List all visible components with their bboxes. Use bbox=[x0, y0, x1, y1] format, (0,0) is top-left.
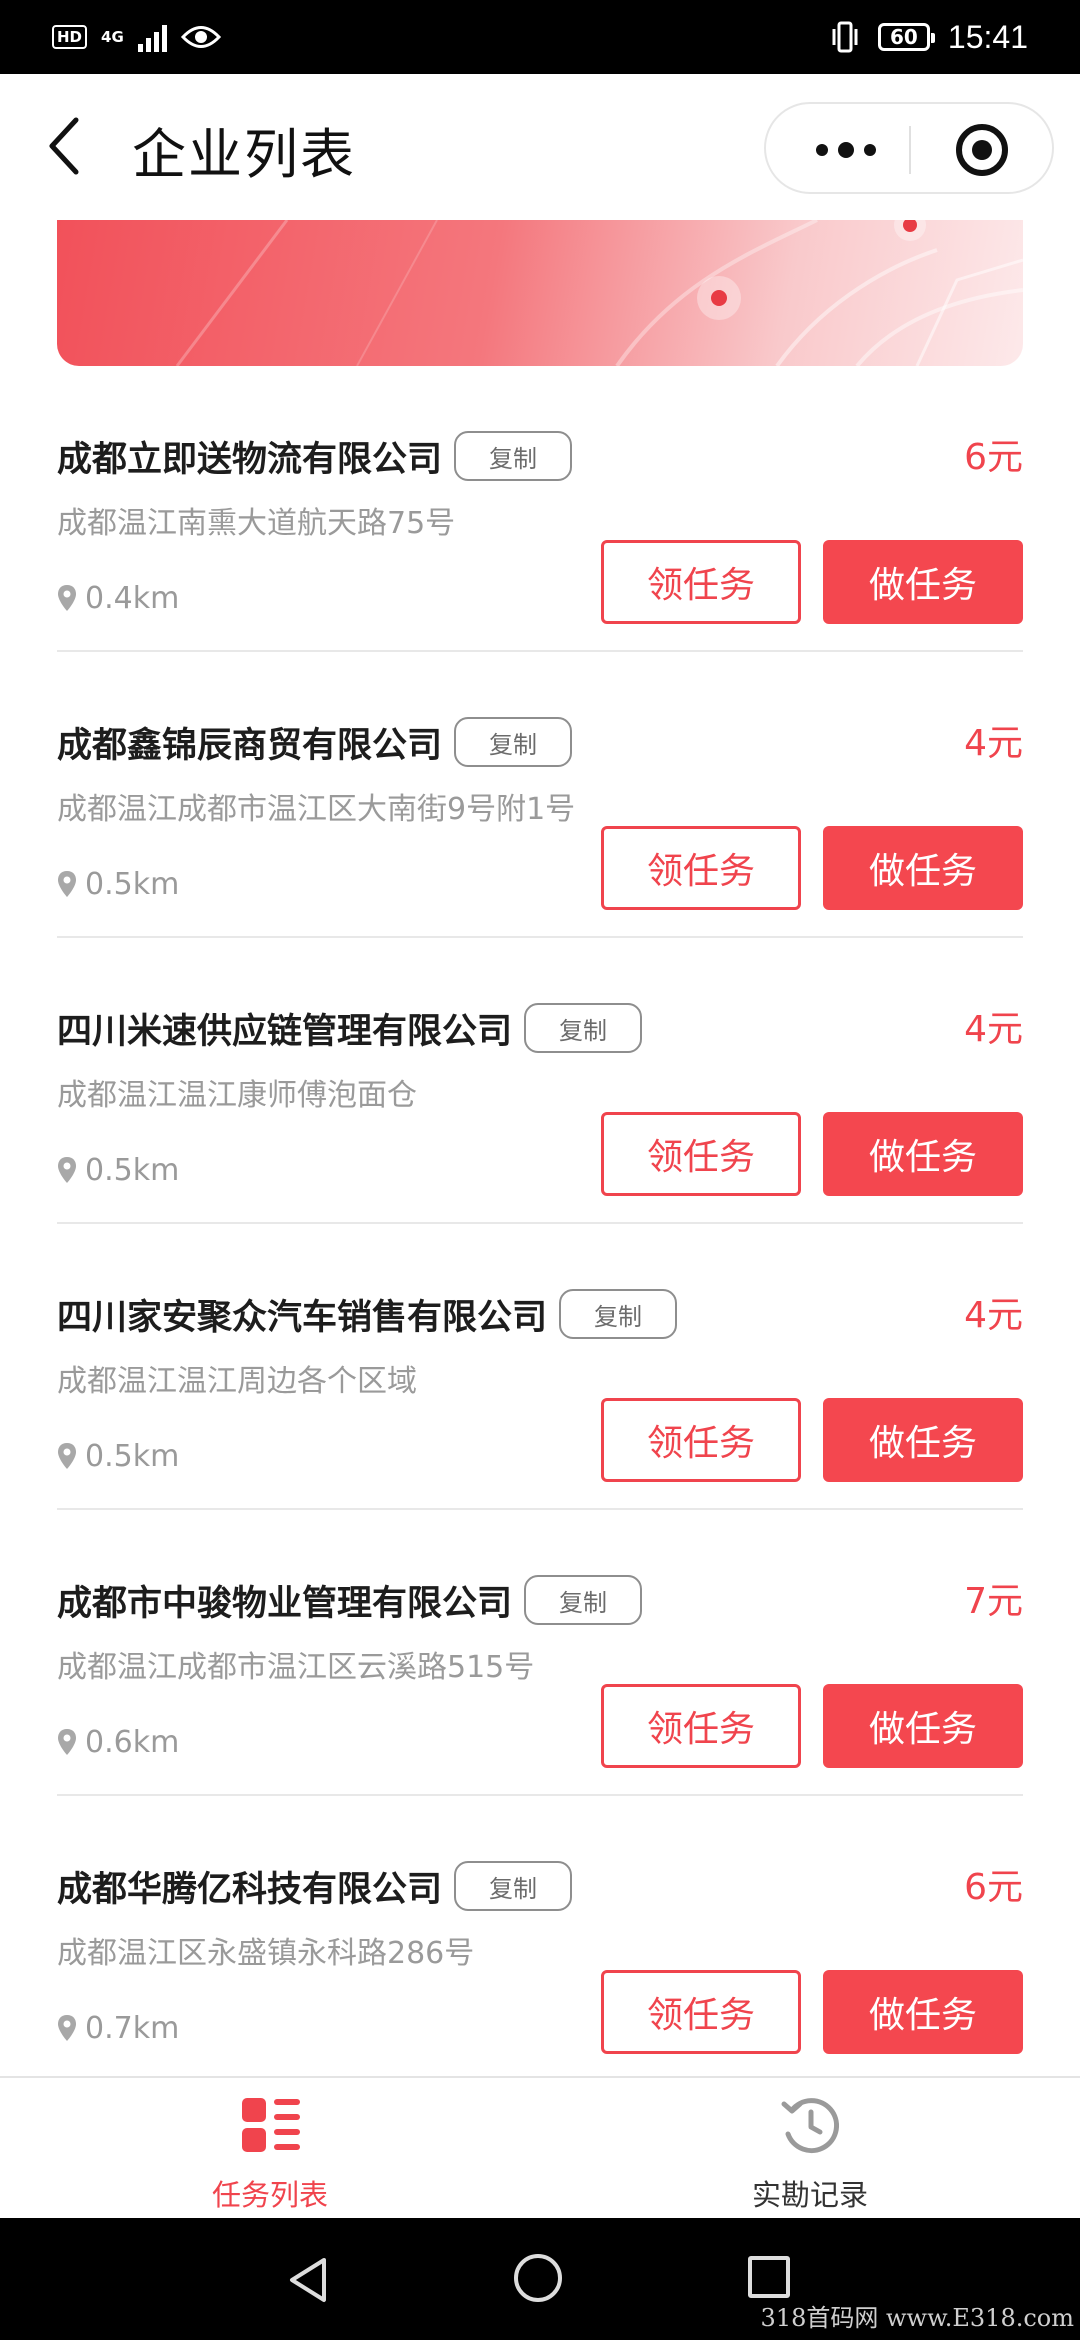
company-name: 成都鑫锦辰商贸有限公司 bbox=[57, 725, 443, 766]
claim-task-button[interactable]: 领任务 bbox=[601, 826, 801, 910]
eye-icon bbox=[180, 26, 221, 48]
hd-indicator: HD bbox=[52, 25, 88, 49]
back-icon[interactable] bbox=[40, 114, 90, 178]
task-price: 4元 bbox=[964, 723, 1023, 764]
company-address: 成都温江温江康师傅泡面仓 bbox=[57, 1078, 417, 1113]
history-icon bbox=[781, 2098, 840, 2154]
capsule-divider bbox=[909, 126, 911, 174]
banner[interactable] bbox=[57, 220, 1023, 366]
company-address: 成都温江温江周边各个区域 bbox=[57, 1364, 417, 1399]
close-miniprogram-icon[interactable] bbox=[956, 124, 1008, 176]
location-pin-icon bbox=[58, 1729, 76, 1755]
battery-level: 60 bbox=[890, 25, 918, 49]
company-list: 成都立即送物流有限公司 复制 6元 成都温江南熏大道航天路75号 0.4km 领… bbox=[57, 366, 1023, 2082]
location-pin-icon bbox=[58, 1157, 76, 1183]
do-task-button[interactable]: 做任务 bbox=[823, 1684, 1023, 1768]
do-task-button[interactable]: 做任务 bbox=[823, 1112, 1023, 1196]
list-item: 成都鑫锦辰商贸有限公司 复制 4元 成都温江成都市温江区大南街9号附1号 0.5… bbox=[57, 652, 1023, 938]
nav-back-icon[interactable] bbox=[286, 2256, 330, 2304]
distance-value: 0.6km bbox=[85, 1724, 180, 1760]
company-name: 四川家安聚众汽车销售有限公司 bbox=[57, 1297, 548, 1338]
distance: 0.5km bbox=[57, 1436, 179, 1476]
network-type: 4G bbox=[101, 28, 124, 46]
task-price: 4元 bbox=[964, 1295, 1023, 1336]
list-icon bbox=[242, 2098, 300, 2152]
tab-label: 实勘记录 bbox=[751, 2178, 868, 2212]
company-address: 成都温江成都市温江区大南街9号附1号 bbox=[57, 792, 576, 827]
do-task-button[interactable]: 做任务 bbox=[823, 1970, 1023, 2054]
signal-icon bbox=[137, 22, 167, 52]
copy-button[interactable]: 复制 bbox=[524, 1003, 643, 1053]
miniprogram-capsule bbox=[764, 102, 1054, 194]
distance: 0.6km bbox=[57, 1722, 179, 1762]
claim-task-button[interactable]: 领任务 bbox=[601, 1112, 801, 1196]
banner-map-graphic bbox=[175, 220, 1023, 366]
copy-button[interactable]: 复制 bbox=[454, 1861, 573, 1911]
list-item: 成都市中骏物业管理有限公司 复制 7元 成都温江成都市温江区云溪路515号 0.… bbox=[57, 1510, 1023, 1796]
more-icon[interactable] bbox=[806, 130, 886, 170]
company-name: 成都立即送物流有限公司 bbox=[57, 439, 443, 480]
company-name: 四川米速供应链管理有限公司 bbox=[57, 1011, 513, 1052]
company-address: 成都温江南熏大道航天路75号 bbox=[57, 506, 456, 541]
tab-label: 任务列表 bbox=[211, 2178, 328, 2212]
nav-home-icon[interactable] bbox=[514, 2254, 562, 2302]
status-bar: HD 4G 60 15:41 bbox=[0, 0, 1080, 74]
distance-value: 0.5km bbox=[85, 1438, 180, 1474]
claim-task-button[interactable]: 领任务 bbox=[601, 540, 801, 624]
distance: 0.5km bbox=[57, 864, 179, 904]
clock: 15:41 bbox=[947, 18, 1028, 55]
distance-value: 0.7km bbox=[85, 2010, 180, 2046]
task-price: 6元 bbox=[964, 1867, 1023, 1908]
page-header: 企业列表 bbox=[0, 74, 1080, 220]
watermark: 318首码网 www.E318.com bbox=[760, 2304, 1074, 2332]
claim-task-button[interactable]: 领任务 bbox=[601, 1398, 801, 1482]
distance-value: 0.4km bbox=[85, 580, 180, 616]
location-pin-icon bbox=[58, 1443, 76, 1469]
do-task-button[interactable]: 做任务 bbox=[823, 540, 1023, 624]
company-address: 成都温江区永盛镇永科路286号 bbox=[57, 1936, 475, 1971]
company-address: 成都温江成都市温江区云溪路515号 bbox=[57, 1650, 535, 1685]
vibrate-icon bbox=[832, 21, 858, 53]
task-price: 6元 bbox=[964, 437, 1023, 478]
list-item: 四川米速供应链管理有限公司 复制 4元 成都温江温江康师傅泡面仓 0.5km 领… bbox=[57, 938, 1023, 1224]
list-item: 四川家安聚众汽车销售有限公司 复制 4元 成都温江温江周边各个区域 0.5km … bbox=[57, 1224, 1023, 1510]
distance-value: 0.5km bbox=[85, 866, 180, 902]
claim-task-button[interactable]: 领任务 bbox=[601, 1970, 801, 2054]
bottom-tab-bar: 任务列表 实勘记录 bbox=[0, 2076, 1080, 2218]
copy-button[interactable]: 复制 bbox=[454, 717, 573, 767]
battery-icon: 60 bbox=[877, 23, 935, 51]
location-pin-icon bbox=[58, 871, 76, 897]
do-task-button[interactable]: 做任务 bbox=[823, 826, 1023, 910]
tab-inspection-records[interactable]: 实勘记录 bbox=[540, 2078, 1080, 2218]
location-pin-icon bbox=[58, 2015, 76, 2041]
list-item: 成都华腾亿科技有限公司 复制 6元 成都温江区永盛镇永科路286号 0.7km … bbox=[57, 1796, 1023, 2082]
list-item: 成都立即送物流有限公司 复制 6元 成都温江南熏大道航天路75号 0.4km 领… bbox=[57, 366, 1023, 652]
do-task-button[interactable]: 做任务 bbox=[823, 1398, 1023, 1482]
distance: 0.5km bbox=[57, 1150, 179, 1190]
system-nav-bar: 318首码网 www.E318.com bbox=[0, 2218, 1080, 2340]
copy-button[interactable]: 复制 bbox=[454, 431, 573, 481]
distance: 0.4km bbox=[57, 578, 179, 618]
copy-button[interactable]: 复制 bbox=[524, 1575, 643, 1625]
copy-button[interactable]: 复制 bbox=[559, 1289, 678, 1339]
tab-task-list[interactable]: 任务列表 bbox=[0, 2078, 540, 2218]
task-price: 4元 bbox=[964, 1009, 1023, 1050]
page-title: 企业列表 bbox=[132, 123, 356, 186]
location-pin-icon bbox=[58, 585, 76, 611]
distance: 0.7km bbox=[57, 2008, 179, 2048]
claim-task-button[interactable]: 领任务 bbox=[601, 1684, 801, 1768]
distance-value: 0.5km bbox=[85, 1152, 180, 1188]
nav-recent-apps-icon[interactable] bbox=[748, 2256, 790, 2298]
company-name: 成都华腾亿科技有限公司 bbox=[57, 1869, 443, 1910]
task-price: 7元 bbox=[964, 1581, 1023, 1622]
company-name: 成都市中骏物业管理有限公司 bbox=[57, 1583, 513, 1624]
